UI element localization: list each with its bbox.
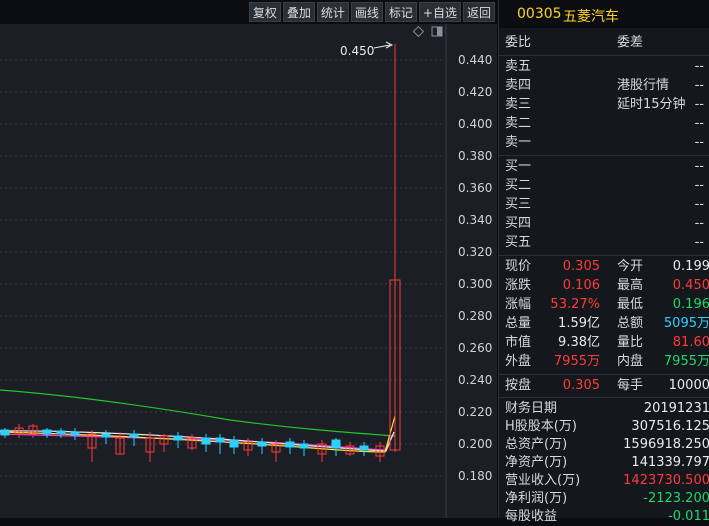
y-tick-label: 0.200 — [458, 437, 492, 451]
sell2-volume: -- — [694, 116, 704, 131]
weicha-label: 委差 — [617, 35, 644, 50]
buy2-volume: -- — [694, 178, 704, 193]
finance-value: 20191231 — [643, 401, 709, 416]
lot-price: 0.305 — [562, 378, 600, 393]
y-tick-label: 0.320 — [458, 245, 492, 259]
y-tick-label: 0.360 — [458, 181, 492, 195]
stat-label: 最高 — [617, 278, 644, 293]
y-tick-label: 0.280 — [458, 309, 492, 323]
kline-chart-svg: 0.440 0.420 0.400 0.380 0.360 0.340 0.32… — [0, 24, 492, 518]
stat-label: 今开 — [617, 259, 644, 274]
stat-label: 总量 — [505, 316, 532, 331]
total-volume: 1.59亿 — [558, 316, 600, 331]
sell2-label: 卖二 — [505, 116, 532, 131]
stat-label: 总额 — [617, 316, 644, 331]
finance-label: 每股收益 — [505, 509, 558, 524]
finance-value: 1596918.250 — [623, 437, 709, 452]
turnover: 5095万 — [663, 316, 709, 331]
finance-value: -2123.200 — [643, 491, 709, 506]
inner-volume: 7955万 — [663, 354, 709, 369]
sell5-volume: -- — [694, 59, 704, 74]
buy4-label: 买四 — [505, 216, 532, 231]
buy4-volume: -- — [694, 216, 704, 231]
buy1-label: 买一 — [505, 159, 532, 174]
weibi-label: 委比 — [505, 35, 532, 50]
sell1-volume: -- — [694, 135, 704, 150]
change-value: 0.106 — [562, 278, 600, 293]
stat-label: 涨幅 — [505, 297, 532, 312]
volume-ratio: 81.60 — [672, 335, 709, 350]
y-tick-label: 0.180 — [458, 469, 492, 483]
sell1-label: 卖一 — [505, 135, 532, 150]
market-cap: 9.38亿 — [558, 335, 600, 350]
quote-panel: 00305 五菱汽车 委比 委差 卖五 -- 卖四 港股行情 -- 卖三 延时1… — [498, 0, 709, 524]
stat-label: 市值 — [505, 335, 532, 350]
hk-quote-notice: 港股行情 — [617, 78, 670, 93]
sell4-volume: -- — [694, 78, 704, 93]
open-price: 0.199 — [672, 259, 709, 274]
finance-label: 净资产(万) — [505, 455, 568, 470]
y-tick-label: 0.300 — [458, 277, 492, 291]
finance-label: 营业收入(万) — [505, 473, 581, 488]
stock-code: 00305 — [517, 6, 562, 22]
high-price: 0.450 — [672, 278, 709, 293]
y-tick-label: 0.420 — [458, 85, 492, 99]
buy1-volume: -- — [694, 159, 704, 174]
outer-volume: 7955万 — [553, 354, 600, 369]
draw-line-button[interactable]: 画线 — [350, 2, 383, 22]
delay-notice: 延时15分钟 — [617, 97, 686, 112]
finance-value: -0.011 — [668, 509, 709, 524]
back-button[interactable]: 返回 — [462, 2, 495, 22]
add-watchlist-button[interactable]: +自选 — [418, 2, 461, 22]
candlesticks — [0, 44, 401, 462]
panel-toggle-icon[interactable] — [431, 26, 443, 37]
kline-chart[interactable]: 0.440 0.420 0.400 0.380 0.360 0.340 0.32… — [0, 24, 497, 518]
overlay-button[interactable]: 叠加 — [282, 2, 315, 22]
y-tick-label: 0.220 — [458, 405, 492, 419]
y-tick-label: 0.240 — [458, 373, 492, 387]
diamond-icon[interactable] — [412, 25, 425, 38]
sell3-volume: -- — [694, 97, 704, 112]
lot-size-label: 每手 — [617, 378, 644, 393]
buy3-volume: -- — [694, 197, 704, 212]
low-price: 0.196 — [672, 297, 709, 312]
current-price: 0.305 — [562, 259, 600, 274]
stat-label: 外盘 — [505, 354, 532, 369]
y-tick-label: 0.260 — [458, 341, 492, 355]
change-percent: 53.27% — [550, 297, 600, 312]
y-tick-label: 0.400 — [458, 117, 492, 131]
ma-green-line — [0, 389, 396, 437]
max-price-label: 0.450 — [340, 44, 374, 58]
sell5-label: 卖五 — [505, 59, 532, 74]
stock-name: 五菱汽车 — [563, 9, 619, 25]
y-tick-label: 0.340 — [458, 213, 492, 227]
finance-label: H股股本(万) — [505, 419, 577, 434]
finance-value: 1423730.500 — [623, 473, 709, 488]
buy3-label: 买三 — [505, 197, 532, 212]
stat-label: 内盘 — [617, 354, 644, 369]
y-tick-label: 0.440 — [458, 53, 492, 67]
stat-label: 涨跌 — [505, 278, 532, 293]
stat-label: 最低 — [617, 297, 644, 312]
stat-label: 量比 — [617, 335, 644, 350]
finance-value: 307516.125 — [631, 419, 709, 434]
buy5-volume: -- — [694, 235, 704, 250]
sell4-label: 卖四 — [505, 78, 532, 93]
finance-label: 净利润(万) — [505, 491, 568, 506]
chart-toolbar: 复权 叠加 统计 画线 标记 +自选 返回 — [0, 0, 497, 24]
finance-value: 141339.797 — [631, 455, 709, 470]
lot-size: 10000 — [668, 378, 709, 393]
y-tick-label: 0.380 — [458, 149, 492, 163]
fuquan-button[interactable]: 复权 — [248, 2, 281, 22]
stat-label: 现价 — [505, 259, 532, 274]
statistics-button[interactable]: 统计 — [316, 2, 349, 22]
stock-title: 00305 五菱汽车 — [499, 0, 709, 28]
buy2-label: 买二 — [505, 178, 532, 193]
sell3-label: 卖三 — [505, 97, 532, 112]
buy5-label: 买五 — [505, 235, 532, 250]
finance-label: 财务日期 — [505, 401, 558, 416]
finance-label: 总资产(万) — [505, 437, 568, 452]
lot-label: 按盘 — [505, 378, 532, 393]
mark-button[interactable]: 标记 — [384, 2, 417, 22]
